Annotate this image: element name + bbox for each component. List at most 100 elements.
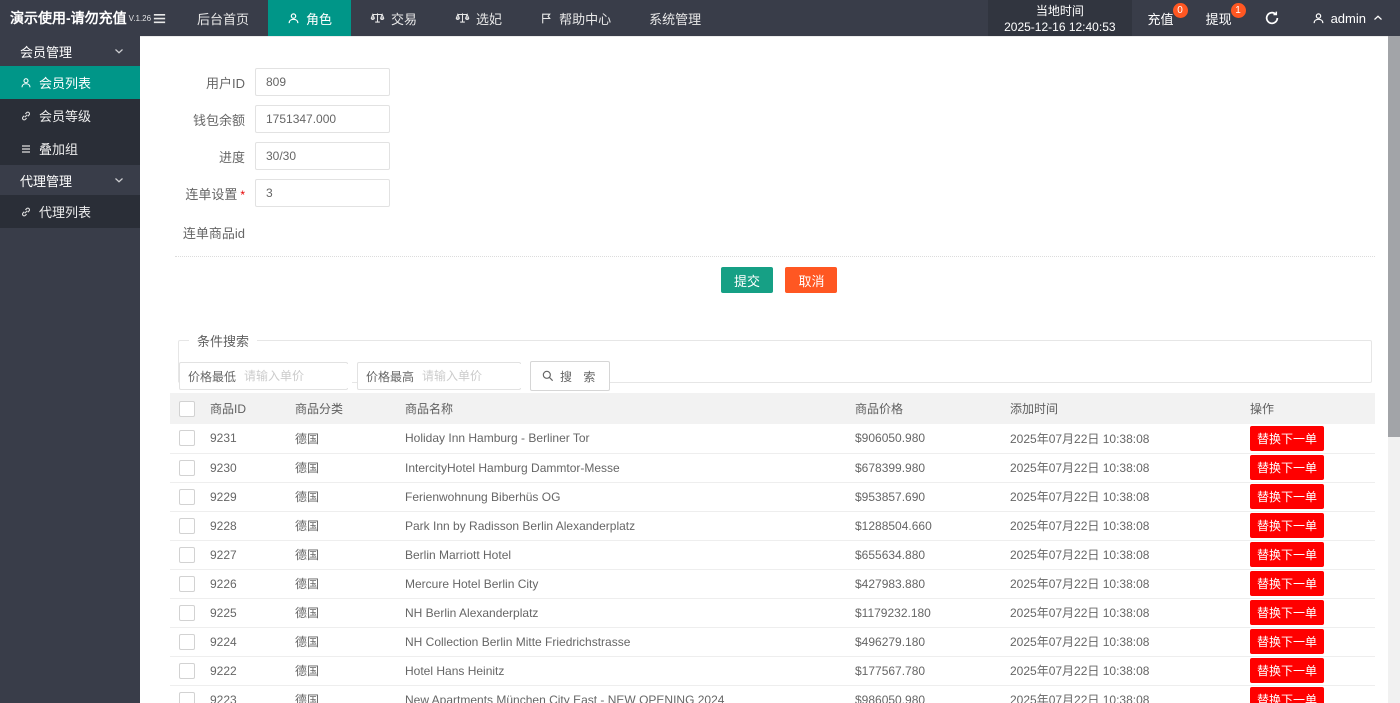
tab-system-settings[interactable]: 系统管理 bbox=[630, 0, 720, 36]
tab-label: 后台首页 bbox=[197, 11, 250, 27]
product-name-cell: Holiday Inn Hamburg - Berliner Tor bbox=[405, 424, 855, 454]
select-all-checkbox[interactable] bbox=[179, 400, 195, 417]
user-menu[interactable]: admin bbox=[1296, 0, 1400, 36]
row-checkbox[interactable] bbox=[179, 691, 195, 703]
col-header-price: 商品价格 bbox=[855, 393, 1010, 424]
tab-select[interactable]: 选妃 bbox=[436, 0, 521, 36]
withdraw-button[interactable]: 提现 1 bbox=[1190, 0, 1248, 36]
refresh-button[interactable] bbox=[1248, 0, 1296, 36]
search-button[interactable]: 搜 索 bbox=[530, 361, 611, 391]
replace-next-order-button[interactable]: 替换下一单 bbox=[1250, 629, 1325, 654]
replace-next-order-button[interactable]: 替换下一单 bbox=[1250, 687, 1325, 703]
product-id-cell: 9225 bbox=[210, 598, 295, 628]
product-id-cell: 9224 bbox=[210, 627, 295, 657]
replace-next-order-button[interactable]: 替换下一单 bbox=[1250, 542, 1325, 567]
form-row-progress: 进度 bbox=[140, 142, 390, 170]
category-cell: 德国 bbox=[295, 453, 405, 483]
scrollbar-thumb[interactable] bbox=[1388, 36, 1400, 437]
form-actions: 提交 取消 bbox=[721, 267, 838, 293]
table-row: 9225 德国 NH Berlin Alexanderplatz $117923… bbox=[170, 598, 1375, 628]
chain-order-setting-field[interactable] bbox=[255, 179, 390, 207]
row-checkbox[interactable] bbox=[179, 517, 195, 534]
category-cell: 德国 bbox=[295, 540, 405, 570]
price-cell: $678399.980 bbox=[855, 453, 1010, 483]
product-id-cell: 9222 bbox=[210, 656, 295, 686]
replace-next-order-button[interactable]: 替换下一单 bbox=[1250, 455, 1325, 480]
recharge-badge: 0 bbox=[1172, 3, 1188, 18]
price-cell: $1288504.660 bbox=[855, 511, 1010, 541]
replace-next-order-button[interactable]: 替换下一单 bbox=[1250, 425, 1325, 451]
field-label: 用户ID bbox=[205, 75, 245, 91]
caret-up-icon bbox=[1374, 15, 1382, 20]
replace-next-order-button[interactable]: 替换下一单 bbox=[1250, 600, 1325, 625]
withdraw-badge: 1 bbox=[1230, 3, 1246, 18]
app-version: V.1.26 bbox=[128, 13, 152, 23]
add-time-cell: 2025年07月22日 10:38:08 bbox=[1010, 685, 1250, 703]
product-id-cell: 9226 bbox=[210, 569, 295, 599]
tab-trade[interactable]: 交易 bbox=[351, 0, 436, 36]
price-cell: $655634.880 bbox=[855, 540, 1010, 570]
sidebar-item-member-level[interactable]: 会员等级 bbox=[0, 99, 140, 132]
sidebar-item-member-list[interactable]: 会员列表 bbox=[0, 66, 140, 99]
max-price-group: 价格最高 bbox=[357, 362, 531, 390]
product-name-cell: Hotel Hans Heinitz bbox=[405, 656, 855, 686]
scales-icon bbox=[370, 11, 385, 25]
tab-label: 帮助中心 bbox=[559, 11, 612, 27]
max-price-input[interactable] bbox=[422, 364, 531, 388]
row-checkbox[interactable] bbox=[179, 575, 195, 592]
category-cell: 德国 bbox=[295, 598, 405, 628]
product-name-cell: NH Berlin Alexanderplatz bbox=[405, 598, 855, 628]
add-time-cell: 2025年07月22日 10:38:08 bbox=[1010, 656, 1250, 686]
category-cell: 德国 bbox=[295, 569, 405, 599]
replace-next-order-button[interactable]: 替换下一单 bbox=[1250, 513, 1325, 538]
table-row: 9227 德国 Berlin Marriott Hotel $655634.88… bbox=[170, 540, 1375, 570]
sidebar-item-stack-group[interactable]: 叠加组 bbox=[0, 132, 140, 165]
col-header-add-time: 添加时间 bbox=[1010, 393, 1250, 424]
replace-next-order-button[interactable]: 替换下一单 bbox=[1250, 658, 1325, 683]
wallet-balance-field[interactable] bbox=[255, 105, 390, 133]
sidebar-item-agent-list[interactable]: 代理列表 bbox=[0, 195, 140, 228]
row-checkbox[interactable] bbox=[179, 662, 195, 679]
recharge-button[interactable]: 充值 0 bbox=[1132, 0, 1190, 36]
dashed-divider bbox=[175, 256, 1375, 257]
chevron-down-icon bbox=[113, 45, 125, 57]
row-checkbox[interactable] bbox=[179, 546, 195, 563]
progress-field[interactable] bbox=[255, 142, 390, 170]
tab-help-center[interactable]: 帮助中心 bbox=[521, 0, 630, 36]
flag-icon bbox=[540, 12, 553, 25]
cancel-button[interactable]: 取消 bbox=[785, 267, 838, 293]
sidebar-group-label: 代理管理 bbox=[20, 173, 73, 189]
app-title-text: 演示使用-请勿充值 bbox=[10, 10, 127, 26]
col-header-name: 商品名称 bbox=[405, 393, 855, 424]
row-checkbox[interactable] bbox=[179, 430, 195, 447]
min-price-input[interactable] bbox=[244, 364, 353, 388]
price-cell: $427983.880 bbox=[855, 569, 1010, 599]
add-time-cell: 2025年07月22日 10:38:08 bbox=[1010, 482, 1250, 512]
replace-next-order-button[interactable]: 替换下一单 bbox=[1250, 571, 1325, 596]
submit-button[interactable]: 提交 bbox=[721, 267, 774, 293]
row-checkbox[interactable] bbox=[179, 459, 195, 476]
row-checkbox[interactable] bbox=[179, 604, 195, 621]
required-star: * bbox=[240, 187, 245, 202]
condition-search-row: 价格最低 价格最高 搜 索 bbox=[179, 361, 611, 391]
sidebar-group-agent-mgmt[interactable]: 代理管理 bbox=[0, 165, 140, 195]
row-checkbox[interactable] bbox=[179, 488, 195, 505]
product-name-cell: IntercityHotel Hamburg Dammtor-Messe bbox=[405, 453, 855, 483]
user-id-field[interactable] bbox=[255, 68, 390, 96]
sidebar-item-label: 会员列表 bbox=[39, 76, 92, 91]
row-checkbox[interactable] bbox=[179, 633, 195, 650]
sidebar-nav: 会员管理 会员列表 会员等级 叠加组 代理管理 代理列表 bbox=[0, 36, 140, 703]
category-cell: 德国 bbox=[295, 685, 405, 703]
chevron-down-icon bbox=[113, 174, 125, 186]
page-scrollbar[interactable] bbox=[1388, 36, 1400, 703]
tab-label: 选妃 bbox=[476, 11, 503, 27]
replace-next-order-button[interactable]: 替换下一单 bbox=[1250, 484, 1325, 509]
tab-roles[interactable]: 角色 bbox=[268, 0, 352, 36]
field-label: 连单设置 * bbox=[185, 186, 245, 202]
sidebar-group-member-mgmt[interactable]: 会员管理 bbox=[0, 36, 140, 66]
link-icon bbox=[21, 111, 31, 120]
col-header-category: 商品分类 bbox=[295, 393, 405, 424]
tab-label: 系统管理 bbox=[649, 11, 702, 27]
tab-dashboard[interactable]: 后台首页 bbox=[178, 0, 268, 36]
add-time-cell: 2025年07月22日 10:38:08 bbox=[1010, 453, 1250, 483]
